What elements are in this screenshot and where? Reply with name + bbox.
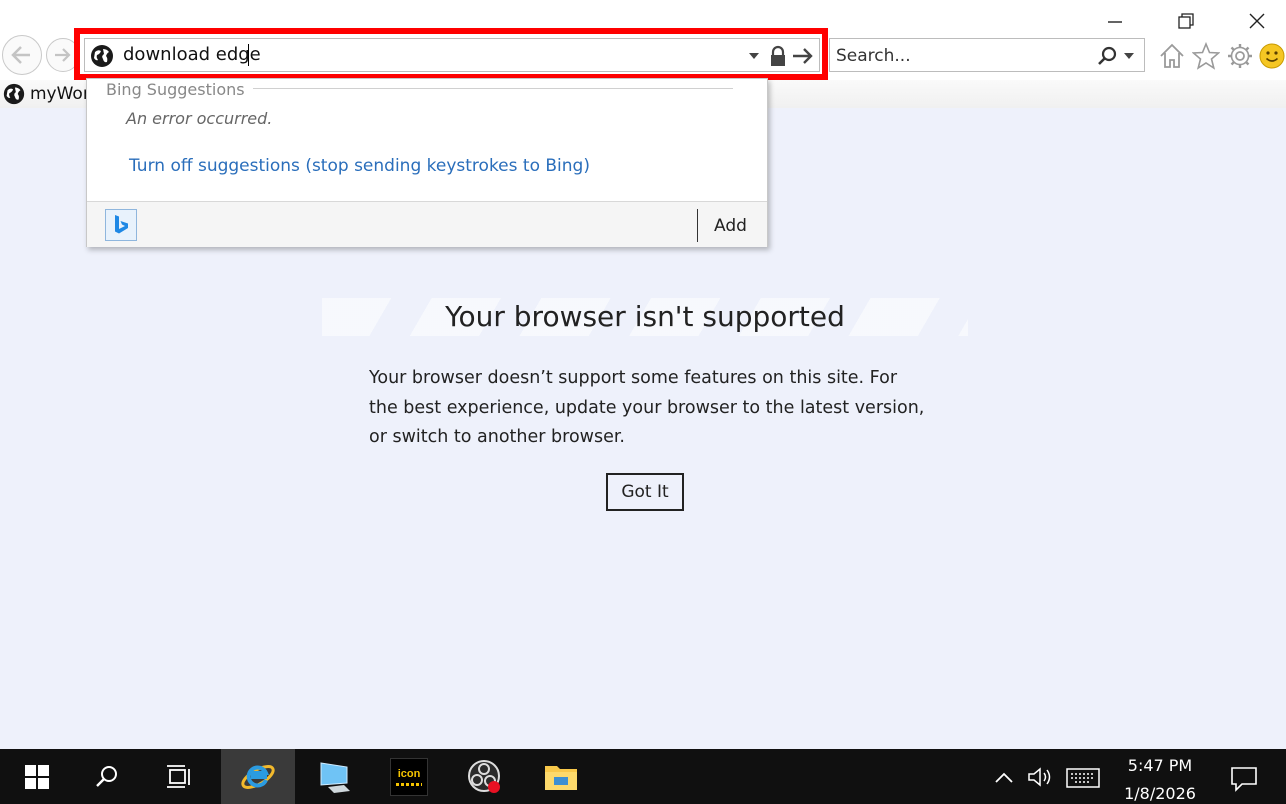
got-it-button[interactable]: Got It — [606, 473, 684, 511]
clock-time[interactable]: 5:47 PM — [1118, 756, 1202, 775]
address-bar-highlight — [74, 28, 828, 80]
minimize-icon — [1108, 21, 1122, 23]
restore-button[interactable] — [1169, 8, 1201, 34]
back-button[interactable] — [2, 35, 42, 75]
suggestions-footer: Add — [87, 201, 767, 247]
page-title: Your browser isn't supported — [445, 300, 845, 333]
folder-icon — [545, 765, 577, 790]
home-icon[interactable] — [1158, 42, 1186, 70]
taskbar: icon — [0, 749, 1286, 804]
file-explorer-button[interactable] — [524, 749, 598, 804]
minimize-button[interactable] — [1099, 8, 1131, 34]
favorites-star-icon[interactable] — [1192, 42, 1220, 70]
keyboard-icon[interactable] — [1066, 768, 1100, 788]
restore-icon — [1178, 13, 1194, 29]
computer-app-button[interactable] — [298, 749, 372, 804]
obs-recording-icon — [468, 759, 500, 793]
add-provider-button[interactable]: Add — [714, 216, 747, 236]
settings-gear-icon[interactable] — [1226, 42, 1254, 70]
icon-app-button[interactable]: icon — [372, 749, 446, 804]
internet-explorer-icon — [241, 764, 275, 789]
close-icon — [1249, 13, 1265, 29]
task-view-icon — [167, 764, 190, 788]
search-dropdown-icon[interactable] — [1124, 53, 1134, 60]
suggestions-header: Bing Suggestions — [106, 80, 251, 99]
bing-provider-button[interactable] — [105, 209, 137, 241]
start-button[interactable] — [0, 749, 74, 804]
search-input[interactable]: Search... — [836, 46, 911, 66]
windows-logo-icon — [25, 764, 49, 789]
search-box[interactable]: Search... — [829, 38, 1145, 72]
computer-monitor-icon — [320, 761, 350, 793]
favorite-item[interactable]: myWor — [2, 81, 90, 107]
smiley-feedback-icon[interactable] — [1258, 42, 1286, 70]
chevron-up-icon[interactable] — [994, 770, 1014, 784]
turn-off-suggestions-link[interactable]: Turn off suggestions (stop sending keyst… — [129, 156, 590, 176]
suggestions-dropdown: Bing Suggestions An error occurred. Turn… — [86, 78, 768, 247]
favorite-item-label: myWor — [30, 84, 90, 104]
task-view-button[interactable] — [142, 749, 216, 804]
icon-app-icon: icon — [390, 757, 428, 796]
divider — [697, 209, 698, 242]
globe-icon — [3, 83, 25, 105]
internet-explorer-taskbar-button[interactable] — [221, 749, 295, 804]
divider — [253, 88, 733, 89]
volume-icon[interactable] — [1026, 766, 1054, 788]
search-icon[interactable] — [1096, 45, 1118, 67]
notifications-icon[interactable] — [1230, 766, 1258, 792]
clock-date[interactable]: 1/8/2026 — [1113, 784, 1207, 803]
obs-recorder-button[interactable] — [448, 749, 522, 804]
icon-app-label: icon — [397, 767, 421, 780]
icon-app-stripe — [396, 782, 422, 786]
error-message: An error occurred. — [126, 109, 273, 128]
unsupported-message: Your browser doesn’t support some featur… — [369, 368, 925, 447]
close-button[interactable] — [1241, 8, 1273, 34]
search-icon — [96, 765, 117, 787]
bing-icon — [115, 215, 128, 234]
back-arrow-icon — [11, 46, 30, 64]
taskbar-search-button[interactable] — [70, 749, 144, 804]
